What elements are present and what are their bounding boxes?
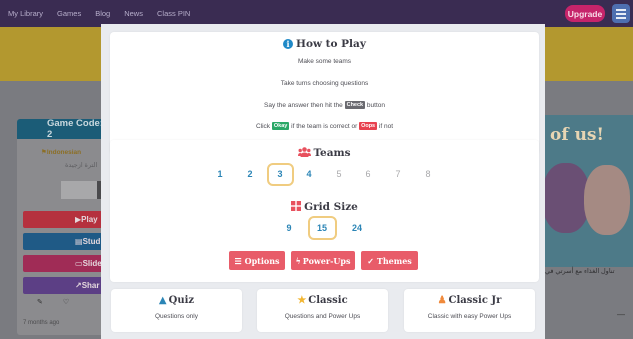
promo-text: of us! [550, 125, 604, 145]
nav-games[interactable]: Games [57, 9, 81, 18]
instruction-3: Say the answer then hit the Check button [264, 101, 385, 109]
instruction-4: Click Okay if the team is correct or Oop… [255, 122, 394, 130]
team-option-3[interactable]: 3 [270, 169, 290, 179]
promo-caption: تناول الغذاء مع أسرتي في [545, 268, 615, 275]
team-option-4[interactable]: 4 [299, 169, 319, 179]
card-actions: ✎ ♡ [37, 298, 69, 306]
check-tag: Check [344, 101, 366, 109]
promo-image: of us! [538, 115, 633, 267]
how-to-play-title: i How to Play [110, 38, 539, 50]
mode-classic-jr[interactable]: ♟ Classic Jr Classic with easy Power Ups [404, 289, 535, 332]
instruction-2: Take turns choosing questions [280, 80, 369, 87]
mode-quiz-desc: Questions only [155, 313, 198, 320]
game-code-heading: Game Code: 2 [17, 118, 107, 140]
mode-quiz-title: ▲ Quiz [158, 295, 195, 306]
how-to-play-panel: i How to Play Make some teams Take turns … [110, 32, 539, 155]
nav-my-library[interactable]: My Library [8, 9, 43, 18]
hamburger-menu-icon[interactable] [612, 4, 630, 23]
grid-option-15[interactable]: 15 [312, 223, 332, 233]
nav-news[interactable]: News [124, 9, 143, 18]
nav-class-pin[interactable]: Class PIN [157, 9, 190, 18]
grid-option-9[interactable]: 9 [279, 223, 299, 233]
setup-panel: Teams 1 2 3 4 5 6 7 8 Grid Size 9 15 24 … [110, 140, 539, 282]
bolt-icon: ϟ [295, 255, 301, 266]
nav-blog[interactable]: Blog [95, 9, 110, 18]
promo-character-1 [542, 163, 590, 233]
grid-option-24[interactable]: 24 [347, 223, 367, 233]
power-ups-button[interactable]: ϟ Power-Ups [291, 251, 355, 270]
team-option-6[interactable]: 6 [358, 169, 378, 179]
mode-classic[interactable]: ★ Classic Questions and Power Ups [257, 289, 388, 332]
teams-icon [298, 147, 312, 157]
team-option-1[interactable]: 1 [210, 169, 230, 179]
play-button[interactable]: ▶ Play [23, 211, 107, 228]
card-subtitle: الترة ازجيدة [65, 162, 98, 169]
options-button[interactable]: ☰ Options [229, 251, 285, 270]
grid-size-title: Grid Size [110, 201, 539, 213]
promo-character-2 [584, 165, 630, 235]
slides-button[interactable]: ▭ Slides [23, 255, 107, 272]
language-label: ⚑Indonesian [41, 149, 82, 156]
brush-icon: ✓ [367, 255, 374, 266]
upgrade-button[interactable]: Upgrade [565, 5, 605, 22]
mode-classic-jr-desc: Classic with easy Power Ups [427, 313, 512, 320]
team-option-2[interactable]: 2 [240, 169, 260, 179]
grid-icon [291, 201, 302, 211]
top-nav: My Library Games Blog News Class PIN Upg… [0, 0, 633, 27]
card-timestamp: 7 months ago [23, 320, 60, 326]
mode-classic-jr-title: ♟ Classic Jr [437, 295, 502, 306]
sliders-icon: ☰ [234, 255, 242, 266]
heart-icon[interactable]: ♡ [63, 298, 69, 306]
themes-button[interactable]: ✓ Themes [361, 251, 418, 270]
nav-links: My Library Games Blog News Class PIN [8, 9, 190, 18]
team-option-8[interactable]: 8 [418, 169, 438, 179]
dash-icon: — [617, 310, 625, 319]
mode-quiz[interactable]: ▲ Quiz Questions only [111, 289, 242, 332]
game-setup-modal: i How to Play Make some teams Take turns … [101, 24, 545, 339]
team-option-5[interactable]: 5 [329, 169, 349, 179]
share-button[interactable]: ↗ Shar [23, 277, 107, 294]
edit-icon[interactable]: ✎ [37, 298, 43, 306]
teams-title: Teams [110, 147, 539, 159]
star-icon: ★ [297, 295, 307, 306]
graduation-cap-icon: ▲ [158, 295, 167, 306]
study-button[interactable]: ▤ Stud [23, 233, 107, 250]
info-icon: i [283, 39, 294, 49]
instruction-1: Make some teams [297, 58, 352, 65]
child-icon: ♟ [437, 295, 447, 306]
okay-tag: Okay [271, 122, 290, 130]
mode-classic-title: ★ Classic [297, 295, 348, 306]
game-card: Game Code: 2 ⚑Indonesian الترة ازجيدة ▶ … [17, 118, 107, 335]
mode-classic-desc: Questions and Power Ups [284, 313, 361, 320]
team-option-7[interactable]: 7 [388, 169, 408, 179]
oops-tag: Oops [359, 122, 378, 130]
